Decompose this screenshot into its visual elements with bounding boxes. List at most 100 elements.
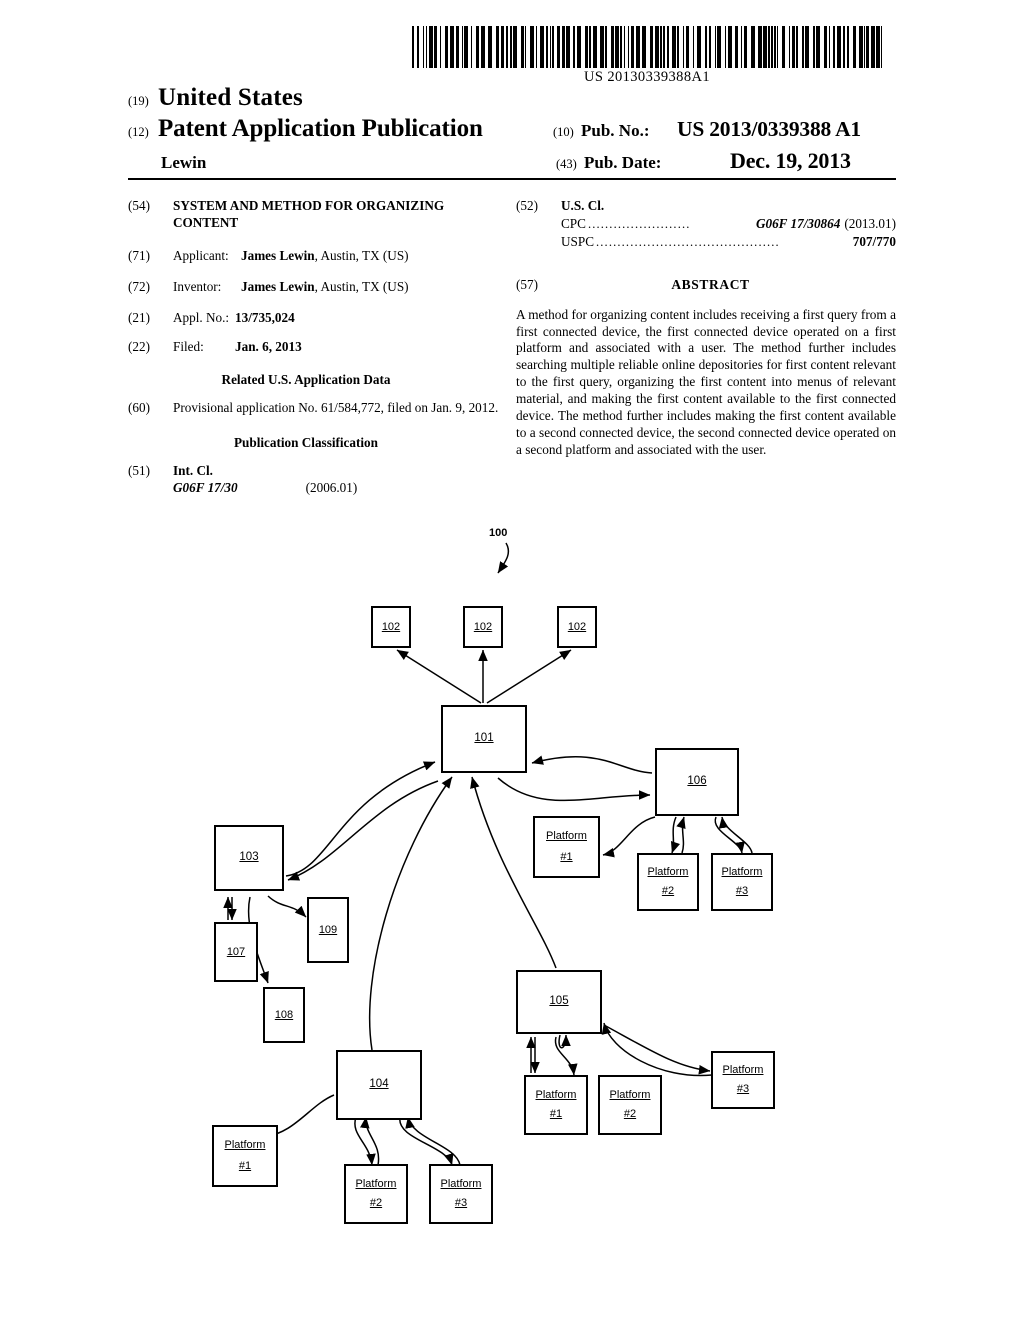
inventor-location: , Austin, TX (US) [314,278,409,294]
filed-code: (22) [128,339,150,355]
platform-106-2-label: Platform [647,866,689,879]
platform-104-3-number: #3 [454,1197,468,1210]
field-inventor: (72) Inventor: James Lewin, Austin, TX (U… [128,279,500,296]
masthead-doctype-row: (12) Patent Application Publication (10)… [128,115,896,144]
pub-date-label: Pub. Date: [584,152,662,172]
bibliography-left-column: (54) SYSTEM AND METHOD FOR ORGANIZING CO… [128,198,500,510]
masthead-author-row: Lewin (43) Pub. Date: Dec. 19, 2013 [128,148,896,174]
platform-106-2-number: #2 [661,885,675,898]
inventor-code: (72) [128,278,150,294]
platform-104-3: Platform #3 [429,1164,493,1224]
related-application-heading: Related U.S. Application Data [221,372,391,388]
appl-no-label: Appl. No.: [173,309,230,325]
document-type: Patent Application Publication [158,114,483,142]
cpc-value-group: G06F 17/30864 (2013.01) [756,216,896,233]
platform-105-1: Platform #1 [524,1075,588,1135]
platform-105-1-label: Platform [535,1088,577,1101]
platform-104-3-label: Platform [440,1177,482,1190]
node-107-label: 107 [226,945,246,958]
cpc-line: CPC ........................ G06F 17/308… [561,216,896,233]
node-108: 108 [263,987,305,1043]
platform-104-1-label: Platform [224,1139,266,1152]
related-code: (60) [128,400,150,416]
platform-106-1-label: Platform [546,830,587,843]
abstract-heading: ABSTRACT [671,276,750,292]
node-102-a-label: 102 [381,620,401,633]
int-cl-label: Int. Cl. [173,463,213,479]
country-name: United States [158,84,303,111]
node-108-label: 108 [274,1008,294,1021]
node-101: 101 [441,705,527,773]
node-102-b: 102 [463,606,503,648]
pub-no-label: Pub. No.: [581,120,650,140]
figure-diagram: 100 102 102 102 101 106 Platform #1 Plat… [0,505,1024,1265]
node-105: 105 [516,970,602,1034]
platform-104-1: Platform #1 [212,1125,278,1187]
masthead-country-row: (19) United States [128,84,896,113]
appl-no-value: 13/735,024 [235,309,295,325]
pub-no-code: (10) [553,124,574,139]
int-cl-version: (2006.01) [305,480,358,496]
pub-no-value: US 2013/0339388 A1 [677,116,861,141]
platform-106-3-label: Platform [721,866,763,879]
node-103-label: 103 [239,851,259,864]
platform-104-1-number: #1 [238,1159,252,1172]
inventor-name: James Lewin [241,278,315,294]
platform-105-3-number: #3 [736,1083,750,1096]
uspc-dot-leader: ........................................… [596,234,780,249]
country-code: (19) [128,94,149,108]
masthead: (19) United States (12) Patent Applicati… [128,84,896,174]
field-us-cl: (52) U.S. Cl. CPC ......................… [516,198,896,251]
platform-104-2-label: Platform [355,1177,397,1190]
applicant-label: Applicant: [173,247,229,263]
platform-105-3-label: Platform [722,1064,764,1077]
int-cl-line: G06F 17/30 (2006.01) [173,480,500,497]
pub-date-value: Dec. 19, 2013 [730,147,851,173]
figure-reference-100: 100 [489,527,508,539]
cpc-dot-leader: ........................ [587,216,691,231]
bibliography-right-column: (52) U.S. Cl. CPC ......................… [516,198,896,459]
pub-no-row: (10) Pub. No.: US 2013/0339388 A1 [553,117,896,142]
platform-106-3: Platform #3 [711,853,773,911]
platform-105-1-number: #1 [549,1108,563,1121]
platform-104-2-number: #2 [369,1197,383,1210]
platform-104-2: Platform #2 [344,1164,408,1224]
node-104: 104 [336,1050,422,1120]
field-filed: (22) Filed: Jan. 6, 2013 [128,339,500,356]
invention-title: SYSTEM AND METHOD FOR ORGANIZING CONTENT [173,198,445,230]
field-appl-no: (21) Appl. No.: 13/735,024 [128,310,500,327]
figure-connectors [223,542,753,1166]
related-text: Provisional application No. 61/584,772, … [173,400,499,416]
applicant-body: Applicant: James Lewin, Austin, TX (US) [173,248,500,265]
field-applicant: (71) Applicant: James Lewin, Austin, TX (… [128,248,500,265]
node-106-label: 106 [687,775,707,788]
applicant-location: , Austin, TX (US) [314,247,409,263]
node-104-label: 104 [369,1078,389,1091]
abstract-text: A method for organizing content includes… [516,306,896,457]
platform-106-2: Platform #2 [637,853,699,911]
us-cl-body: U.S. Cl. CPC ........................ G0… [561,198,896,251]
platform-106-3-number: #3 [735,885,749,898]
node-102-a: 102 [371,606,411,648]
pub-date-code: (43) [556,156,577,171]
barcode-image [412,26,882,68]
title-code: (54) [128,198,150,213]
node-102-c: 102 [557,606,597,648]
barcode-block: US 20130339388A1 [412,26,882,86]
node-102-b-label: 102 [473,620,493,633]
platform-105-2-label: Platform [609,1088,651,1101]
uspc-value: 707/770 [852,233,896,249]
node-105-label: 105 [549,995,569,1008]
cpc-key: CPC [561,215,586,231]
platform-105-2-number: #2 [623,1108,637,1121]
inventor-surname: Lewin [161,152,207,172]
abstract-code: (57) [516,276,538,292]
cpc-value: G06F 17/30864 [755,215,841,231]
applicant-code: (71) [128,247,150,263]
inventor-body: Inventor: James Lewin, Austin, TX (US) [173,279,500,296]
uspc-line: USPC ...................................… [561,234,896,251]
node-101-label: 101 [474,732,494,745]
platform-105-3: Platform #3 [711,1051,775,1109]
us-cl-label: U.S. Cl. [561,198,605,213]
us-cl-code: (52) [516,198,538,213]
